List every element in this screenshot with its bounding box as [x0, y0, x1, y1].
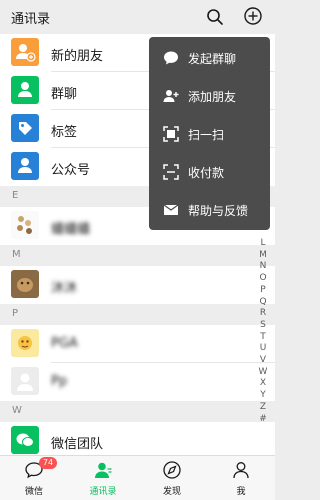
section-header-p: P	[0, 304, 275, 325]
bottom-tab-bar: 74 微信 通讯录 发现 我	[0, 455, 275, 500]
index-letter[interactable]: P	[256, 285, 270, 297]
new-friends-icon	[11, 38, 39, 66]
index-letter[interactable]: N	[256, 261, 270, 273]
index-letter[interactable]: X	[256, 378, 270, 390]
contact-name: 蟠蟠蟠	[51, 222, 91, 237]
menu-item-help-feedback[interactable]: 帮助与反馈	[149, 191, 270, 229]
row-label: 群聊	[51, 87, 78, 102]
contact-name: 沐沐	[51, 281, 78, 296]
row-label: 新的朋友	[51, 49, 104, 64]
index-letter[interactable]: S	[256, 320, 270, 332]
menu-item-start-group-chat[interactable]: 发起群聊	[149, 39, 270, 77]
contact-row[interactable]: Pp	[0, 363, 275, 401]
payment-icon	[163, 164, 179, 180]
index-letter[interactable]: R	[256, 308, 270, 320]
tab-label: 发现	[162, 487, 181, 497]
index-letter[interactable]: Q	[256, 297, 270, 309]
tab-label: 通讯录	[89, 487, 117, 497]
index-letter[interactable]: #	[256, 414, 270, 426]
tab-me[interactable]: 我	[207, 456, 275, 500]
chat-bubble-icon	[164, 51, 178, 65]
person-icon	[233, 462, 249, 479]
index-letter[interactable]: T	[256, 332, 270, 344]
unread-badge: 74	[39, 457, 57, 469]
index-letter[interactable]: Y	[256, 390, 270, 402]
tab-label: 我	[236, 487, 246, 497]
index-letter[interactable]: O	[256, 273, 270, 285]
menu-item-add-friend[interactable]: 添加朋友	[149, 77, 270, 115]
scan-icon	[163, 126, 179, 142]
alphabet-index[interactable]: L M N O P Q R S T U V W X Y Z #	[256, 238, 270, 425]
avatar	[11, 367, 39, 395]
index-letter[interactable]: W	[256, 367, 270, 379]
tab-discover[interactable]: 发现	[138, 456, 206, 500]
compass-icon	[163, 461, 181, 479]
help-mail-icon	[163, 204, 179, 215]
tab-label: 微信	[24, 487, 43, 497]
menu-item-scan[interactable]: 扫一扫	[149, 115, 270, 153]
index-letter[interactable]: M	[256, 250, 270, 262]
tag-icon	[11, 114, 39, 142]
tab-wechat[interactable]: 74 微信	[0, 456, 68, 500]
add-plus-icon[interactable]	[243, 6, 263, 26]
row-label: 公众号	[51, 163, 91, 178]
contact-row[interactable]: PGA	[0, 325, 275, 363]
plus-popup-menu: 发起群聊 添加朋友 扫一扫 收付款 帮助与反馈	[149, 37, 270, 230]
avatar	[11, 211, 39, 239]
page-title: 通讯录	[11, 12, 51, 27]
tab-contacts[interactable]: 通讯录	[69, 456, 137, 500]
wechat-team-avatar	[11, 426, 39, 454]
avatar	[11, 270, 39, 298]
index-letter[interactable]: L	[256, 238, 270, 250]
index-letter[interactable]: U	[256, 343, 270, 355]
section-header-w: W	[0, 401, 275, 422]
contact-name: Pp	[51, 374, 68, 389]
contact-row[interactable]: 沐沐	[0, 266, 275, 304]
add-friend-icon	[163, 90, 179, 102]
contact-name: 微信团队	[51, 437, 104, 452]
menu-item-payment[interactable]: 收付款	[149, 153, 270, 191]
index-letter[interactable]: V	[256, 355, 270, 367]
contact-name: PGA	[51, 336, 78, 351]
contacts-icon	[95, 462, 112, 478]
avatar	[11, 329, 39, 357]
index-letter[interactable]: Z	[256, 402, 270, 414]
group-chat-icon	[11, 76, 39, 104]
top-bar: 通讯录	[0, 0, 275, 34]
search-icon[interactable]	[205, 7, 225, 27]
section-header-m: M	[0, 245, 275, 266]
row-label: 标签	[51, 125, 78, 140]
official-account-icon	[11, 152, 39, 180]
